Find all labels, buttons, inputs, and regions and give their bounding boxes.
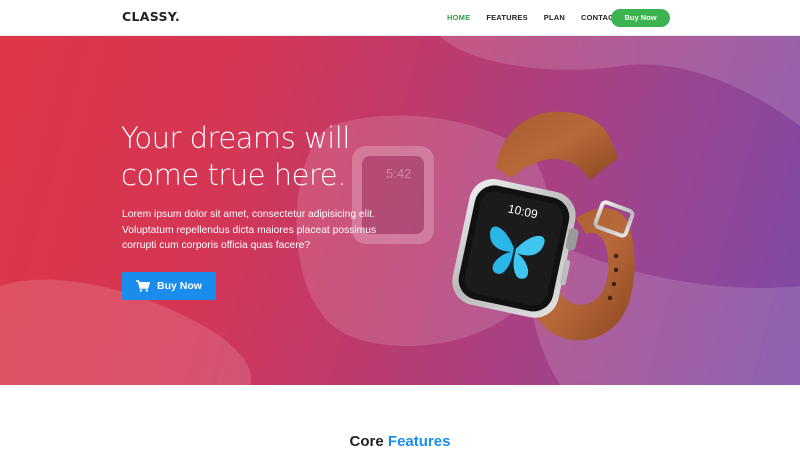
hero-buy-button[interactable]: Buy Now bbox=[122, 272, 216, 300]
logo[interactable]: CLASSY. bbox=[122, 9, 180, 24]
hero-buy-label: Buy Now bbox=[157, 280, 202, 292]
hero-background-image: 5:42 bbox=[0, 36, 800, 385]
header-buy-button[interactable]: Buy Now bbox=[611, 9, 670, 27]
site-header: CLASSY. HOME FEATURES PLAN CONTACT Buy N… bbox=[0, 0, 800, 36]
cart-icon bbox=[136, 280, 151, 292]
features-title: Core Features bbox=[0, 433, 800, 450]
nav-features[interactable]: FEATURES bbox=[486, 13, 527, 22]
hero-section: 5:42 Your dreams will come true here. Lo… bbox=[0, 36, 800, 385]
hero-title: Your dreams will come true here. bbox=[121, 121, 350, 192]
main-nav: HOME FEATURES PLAN CONTACT bbox=[447, 13, 635, 22]
nav-home[interactable]: HOME bbox=[447, 13, 470, 22]
features-title-accent: Features bbox=[387, 433, 451, 450]
nav-plan[interactable]: PLAN bbox=[544, 13, 565, 22]
watch-product-image: 10:09 bbox=[452, 111, 635, 341]
hero-description: Lorem ipsum dolor sit amet, consectetur … bbox=[122, 209, 377, 251]
features-title-core: Core bbox=[349, 433, 384, 450]
